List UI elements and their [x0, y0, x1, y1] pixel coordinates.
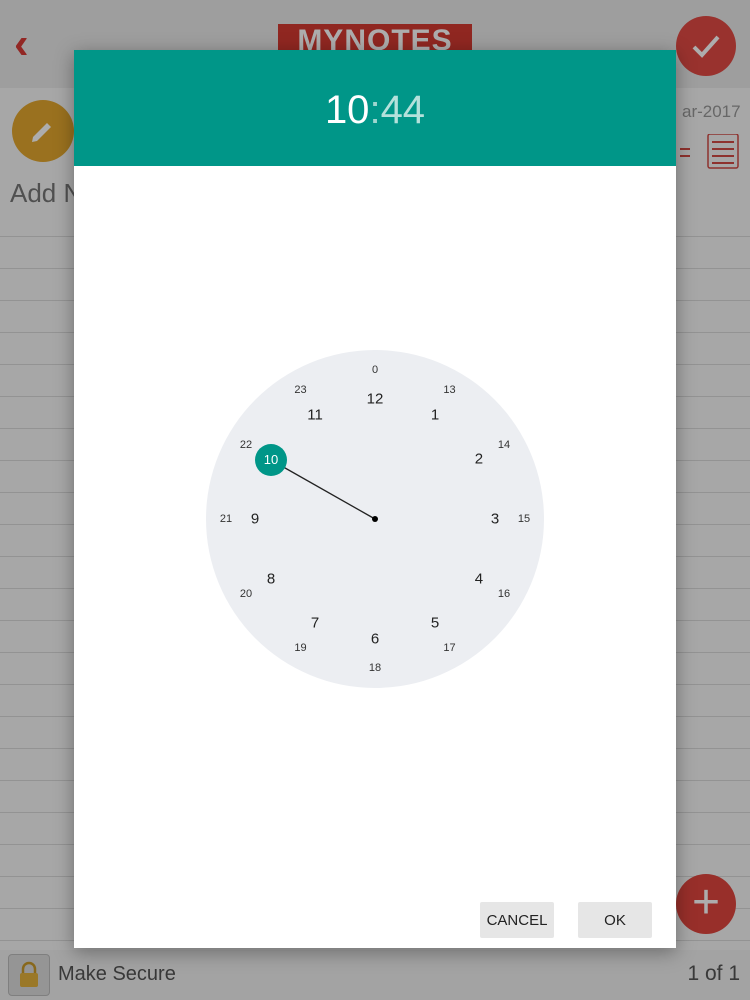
ok-button[interactable]: OK	[578, 902, 652, 938]
hour-9[interactable]: 9	[251, 511, 259, 528]
hour24-14[interactable]: 14	[498, 439, 510, 451]
clock-face[interactable]: 10 1212345678910110131415161718192021222…	[206, 350, 544, 688]
hour-3[interactable]: 3	[491, 511, 499, 528]
clock-center-dot	[372, 516, 378, 522]
hour-5[interactable]: 5	[431, 614, 439, 631]
hour24-19[interactable]: 19	[294, 642, 306, 654]
hour24-0[interactable]: 0	[372, 364, 378, 376]
hour-11[interactable]: 11	[307, 407, 323, 424]
hour-1[interactable]: 1	[431, 407, 439, 424]
hour-2[interactable]: 2	[475, 451, 483, 468]
hour-4[interactable]: 4	[475, 571, 483, 588]
hour24-23[interactable]: 23	[294, 384, 306, 396]
hour-6[interactable]: 6	[371, 631, 379, 648]
time-separator: :	[369, 88, 381, 132]
hour-7[interactable]: 7	[311, 614, 319, 631]
hour24-21[interactable]: 21	[220, 513, 232, 525]
hour-display[interactable]: 10	[325, 88, 370, 132]
hour-12[interactable]: 12	[367, 391, 384, 408]
selected-hour-knob[interactable]: 10	[255, 444, 287, 476]
hour24-13[interactable]: 13	[443, 384, 455, 396]
hour24-20[interactable]: 20	[240, 588, 252, 600]
time-picker-header: 10:44	[74, 50, 676, 166]
hour24-17[interactable]: 17	[443, 642, 455, 654]
hour24-22[interactable]: 22	[240, 439, 252, 451]
selected-time: 10:44	[74, 86, 676, 134]
minute-display[interactable]: 44	[381, 88, 426, 132]
cancel-button[interactable]: CANCEL	[480, 902, 554, 938]
hour24-16[interactable]: 16	[498, 588, 510, 600]
hour24-18[interactable]: 18	[369, 662, 381, 674]
hour-8[interactable]: 8	[267, 571, 275, 588]
hour24-15[interactable]: 15	[518, 513, 530, 525]
selected-hour-label: 10	[263, 452, 279, 467]
time-picker-dialog: 10:44 10 1212345678910110131415161718192…	[74, 50, 676, 948]
